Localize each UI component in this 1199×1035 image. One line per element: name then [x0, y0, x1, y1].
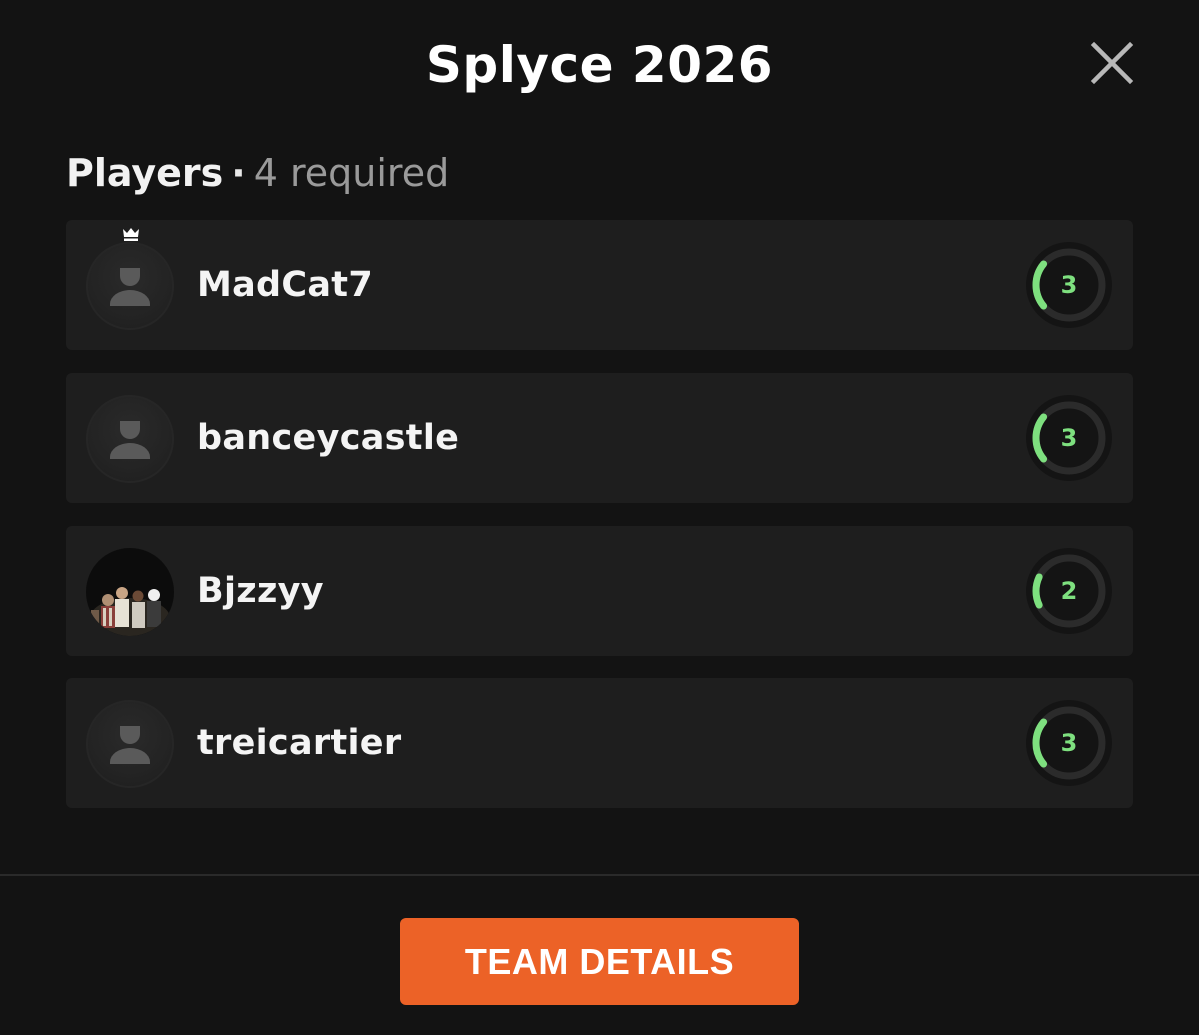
player-avatar: [86, 395, 174, 483]
player-name[interactable]: banceycastle: [197, 413, 459, 463]
player-avatar-photo: [86, 548, 174, 636]
player-level-value: 3: [1060, 424, 1078, 452]
user-silhouette-icon: [110, 421, 150, 459]
player-card[interactable]: Bjzzyy 2: [66, 526, 1133, 656]
player-level-value: 3: [1060, 271, 1078, 299]
player-level-value: 3: [1060, 729, 1078, 757]
player-avatar: [86, 242, 174, 330]
required-label: required: [289, 151, 450, 195]
player-name[interactable]: Bjzzyy: [197, 566, 324, 616]
player-level-value: 2: [1060, 577, 1078, 605]
avatar-photo-image: [86, 548, 174, 636]
crown-icon: [123, 228, 139, 241]
player-level-ring: 2: [1024, 546, 1114, 636]
player-avatar: [86, 700, 174, 788]
player-level-ring: 3: [1024, 240, 1114, 330]
player-card[interactable]: banceycastle 3: [66, 373, 1133, 503]
players-section-header: Players · 4 required: [66, 148, 449, 198]
required-count: 4: [253, 151, 278, 195]
close-icon: [1090, 41, 1134, 85]
player-card[interactable]: MadCat7 3: [66, 220, 1133, 350]
user-silhouette-icon: [110, 726, 150, 764]
player-level-ring: 3: [1024, 698, 1114, 788]
close-button[interactable]: [1086, 37, 1138, 89]
player-name[interactable]: treicartier: [197, 718, 401, 768]
footer-divider: [0, 874, 1199, 876]
modal-title: Splyce 2026: [425, 36, 774, 94]
player-card[interactable]: treicartier 3: [66, 678, 1133, 808]
player-level-ring: 3: [1024, 393, 1114, 483]
player-name[interactable]: MadCat7: [197, 260, 373, 310]
separator-dot: ·: [231, 151, 246, 195]
team-details-button[interactable]: TEAM DETAILS: [400, 918, 799, 1005]
players-label: Players: [66, 151, 224, 195]
user-silhouette-icon: [110, 268, 150, 306]
